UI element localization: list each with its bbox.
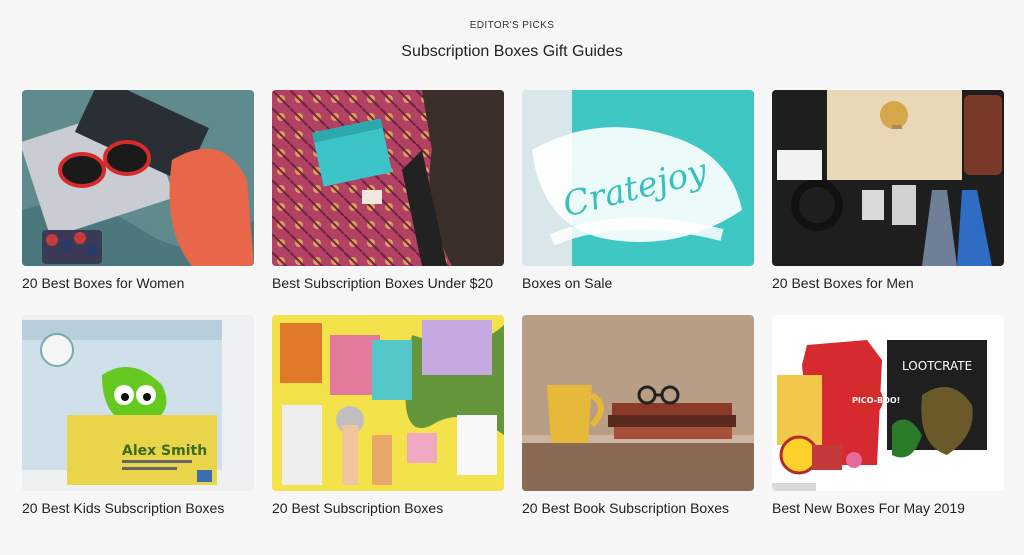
guide-title: Boxes on Sale	[522, 275, 613, 291]
products-flatlay-image	[272, 315, 504, 491]
guide-card-best-subscription[interactable]: 20 Best Subscription Boxes	[272, 315, 504, 518]
guide-card-sale[interactable]: Cratejoy Boxes on Sale	[522, 90, 754, 293]
guide-card-kids[interactable]: Alex Smith 20 Best Kids Subscription Box…	[22, 315, 254, 518]
guide-title: 20 Best Boxes for Women	[22, 275, 185, 291]
books-mug-image	[522, 315, 754, 491]
guide-card-under-20[interactable]: Best Subscription Boxes Under $20	[272, 90, 504, 293]
guide-title: 20 Best Kids Subscription Boxes	[22, 500, 225, 516]
women-flatlay-image	[22, 90, 254, 266]
section-eyebrow: EDITOR'S PICKS	[469, 20, 555, 31]
guide-title: Best New Boxes For May 2019	[772, 500, 965, 516]
guide-title: 20 Best Boxes for Men	[772, 275, 914, 291]
kids-label-name: Alex Smith	[122, 443, 207, 459]
cratejoy-stickers-image: Cratejoy	[522, 90, 754, 266]
men-box-image	[772, 90, 1004, 266]
gift-guides-grid: 20 Best Boxes for Women Best Subscriptio…	[22, 90, 1006, 518]
guide-title: 20 Best Book Subscription Boxes	[522, 500, 730, 516]
guide-card-men[interactable]: 20 Best Boxes for Men	[772, 90, 1004, 293]
section-header: EDITOR'S PICKS Subscription Boxes Gift G…	[0, 0, 1024, 61]
guide-card-women[interactable]: 20 Best Boxes for Women	[22, 90, 254, 293]
pico-badge-text: PICO-BOO!	[852, 396, 900, 405]
guide-card-new-may-2019[interactable]: LOOTCRATE PICO-BOO! Best New Boxes For M…	[772, 315, 1004, 518]
guide-title: Best Subscription Boxes Under $20	[272, 275, 494, 291]
rug-box-image	[272, 90, 504, 266]
lootcrate-box-text: LOOTCRATE	[902, 359, 972, 373]
section-title: Subscription Boxes Gift Guides	[401, 43, 623, 60]
lootcrate-image: LOOTCRATE PICO-BOO!	[772, 315, 1004, 491]
guide-title: 20 Best Subscription Boxes	[272, 500, 444, 516]
kids-box-image: Alex Smith	[22, 315, 254, 491]
guide-card-books[interactable]: 20 Best Book Subscription Boxes	[522, 315, 754, 518]
